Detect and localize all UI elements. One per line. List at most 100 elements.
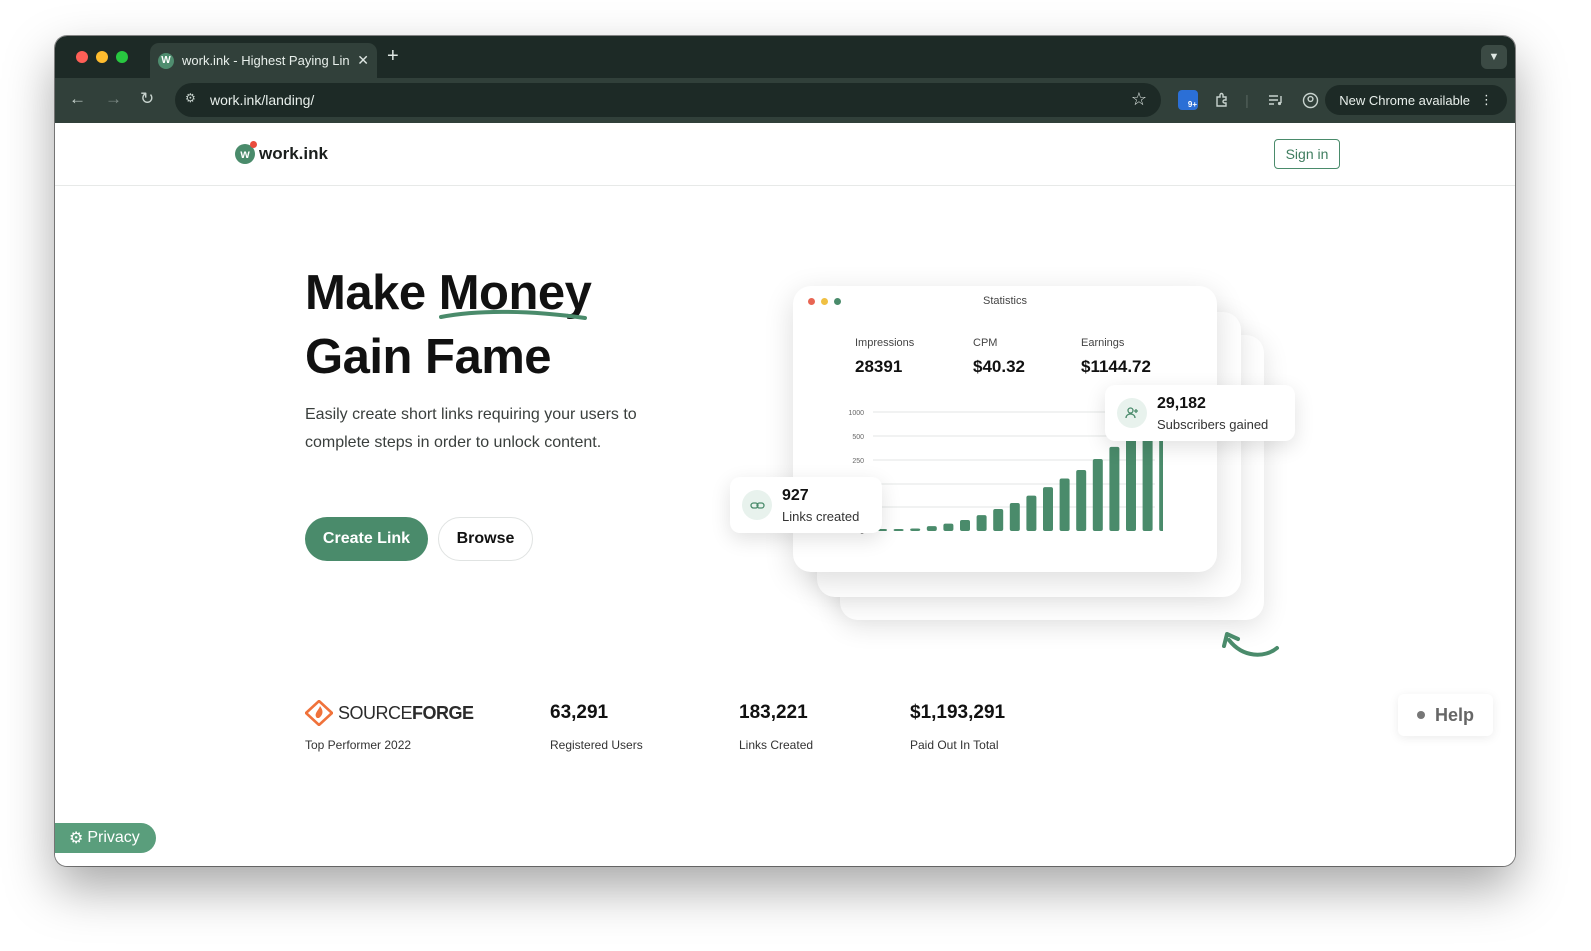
- logo-dot: [250, 141, 257, 148]
- chart-bar: [960, 520, 970, 531]
- tab-strip: W work.ink - Highest Paying Link Locker …: [55, 36, 1515, 78]
- stat-paid-out: $1,193,291 Paid Out In Total: [910, 702, 1005, 752]
- chart-bar: [1026, 495, 1037, 531]
- reading-list-icon[interactable]: [1265, 90, 1285, 110]
- logo-text: work.ink: [259, 144, 328, 163]
- toolbar-divider: |: [1245, 92, 1249, 108]
- stat-value: 183,221: [739, 702, 808, 723]
- subscribers-gained-card: 29,182 Subscribers gained: [1105, 385, 1295, 441]
- sourceforge-caption: Top Performer 2022: [305, 738, 412, 752]
- sign-in-button[interactable]: Sign in: [1274, 139, 1340, 169]
- create-link-button[interactable]: Create Link: [305, 517, 428, 561]
- metric-label: Impressions: [855, 337, 915, 349]
- stat-registered-users: 63,291 Registered Users: [550, 702, 643, 752]
- metric-label: CPM: [973, 337, 998, 349]
- profile-icon[interactable]: [1300, 90, 1320, 110]
- site-header: w work.ink Sign in: [55, 123, 1515, 186]
- back-arrow-icon[interactable]: ←: [69, 89, 86, 109]
- gear-icon: ⚙: [69, 830, 84, 847]
- chart-bar: [893, 529, 904, 531]
- page-content: w work.ink Sign in Make Money Gain Fame …: [55, 123, 1515, 866]
- maximize-window-button[interactable]: [116, 51, 128, 63]
- chart-y-tick-label: 500: [852, 434, 864, 441]
- curved-arrow-icon: [1222, 632, 1279, 657]
- tab-search-chevron-icon[interactable]: ▼: [1481, 45, 1507, 69]
- chart-y-tick-label: 250: [852, 458, 864, 465]
- privacy-label: Privacy: [87, 829, 140, 846]
- chart-bar: [1009, 502, 1020, 531]
- privacy-button[interactable]: ⚙ Privacy: [55, 823, 156, 853]
- chart-bar: [1109, 446, 1120, 531]
- site-logo[interactable]: w work.ink: [235, 141, 328, 164]
- metric-cpm: CPM $40.32: [973, 337, 1025, 377]
- hero-headline: Make Money Gain Fame: [305, 261, 592, 389]
- chart-bar: [910, 528, 921, 531]
- reload-icon[interactable]: ↻: [140, 89, 154, 109]
- sourceforge-logo: SOURCEFORGE: [305, 700, 474, 726]
- url-text[interactable]: work.ink/landing/: [210, 92, 314, 108]
- metric-earnings: Earnings $1144.72: [1081, 337, 1151, 377]
- chart-bar: [926, 526, 937, 531]
- headline-make: Make: [305, 266, 426, 320]
- logo-mark-letter: w: [240, 147, 250, 161]
- help-dot-icon: [1416, 711, 1425, 719]
- address-bar[interactable]: ⚙ work.ink/landing/ ☆: [175, 83, 1161, 117]
- links-value: 927: [782, 486, 809, 504]
- forward-arrow-icon[interactable]: →: [105, 89, 122, 109]
- site-info-icon[interactable]: ⚙: [185, 91, 203, 109]
- browser-toolbar: ← → ↻ ⚙ work.ink/landing/ ☆ 9+ | New Chr…: [55, 78, 1515, 123]
- metric-value: 28391: [855, 357, 903, 376]
- stat-label: Links Created: [739, 738, 814, 752]
- sf-wordmark-forge: FORGE: [412, 702, 474, 723]
- metric-impressions: Impressions 28391: [855, 337, 914, 377]
- subscribers-label: Subscribers gained: [1157, 416, 1269, 432]
- browser-tab[interactable]: W work.ink - Highest Paying Link Locker …: [150, 43, 377, 78]
- headline-line-1: Make Money: [305, 261, 592, 325]
- chart-bar: [943, 523, 954, 531]
- help-label: Help: [1434, 704, 1474, 725]
- chart-bar: [1126, 434, 1136, 531]
- tab-title: work.ink - Highest Paying Link Locker: [182, 53, 350, 68]
- metric-label: Earnings: [1081, 337, 1125, 349]
- chart-bar: [1043, 487, 1053, 531]
- user-plus-icon: [1117, 398, 1147, 428]
- logo-mark-icon: w: [235, 141, 257, 164]
- stat-label: Paid Out In Total: [910, 738, 999, 752]
- sourceforge-wordmark: SOURCEFORGE: [338, 703, 474, 724]
- minimize-window-button[interactable]: [96, 51, 108, 63]
- favicon-icon: W: [158, 52, 174, 69]
- chrome-update-button[interactable]: New Chrome available ⋮: [1325, 85, 1507, 115]
- bookmark-star-icon[interactable]: ☆: [1131, 89, 1147, 110]
- new-tab-button[interactable]: +: [387, 45, 399, 68]
- chart-bar: [1076, 470, 1087, 531]
- links-label: Links created: [782, 508, 860, 524]
- chart-bar: [976, 515, 987, 531]
- help-button[interactable]: Help: [1398, 694, 1493, 736]
- chart-bar: [993, 509, 1004, 531]
- kebab-menu-icon[interactable]: ⋮: [1480, 92, 1493, 108]
- metric-value: $40.32: [973, 357, 1025, 376]
- close-tab-icon[interactable]: ✕: [357, 52, 369, 69]
- stat-value: 63,291: [550, 702, 609, 723]
- close-window-button[interactable]: [76, 51, 88, 63]
- headline-line-2: Gain Fame: [305, 330, 552, 384]
- card-title: Statistics: [982, 295, 1027, 307]
- sourceforge-diamond-icon: [305, 700, 333, 726]
- headline-money: Money: [438, 266, 592, 320]
- extension-badge-icon[interactable]: 9+: [1178, 90, 1198, 110]
- stat-value: $1,193,291: [910, 702, 1006, 723]
- links-created-card: 927 Links created: [730, 477, 882, 533]
- underline-squiggle: [438, 309, 587, 320]
- subscribers-value: 29,182: [1157, 394, 1206, 412]
- metric-value: $1144.72: [1081, 357, 1151, 376]
- link-icon: [742, 490, 772, 520]
- chart-y-tick-label: 1000: [848, 410, 864, 417]
- hero-subtext: Easily create short links requiring your…: [305, 406, 637, 451]
- chrome-update-label: New Chrome available: [1339, 92, 1470, 108]
- chart-bar: [1092, 459, 1103, 531]
- sf-wordmark-source: SOURCE: [338, 702, 413, 723]
- chart-bar: [1059, 478, 1070, 531]
- browser-window: W work.ink - Highest Paying Link Locker …: [55, 36, 1515, 866]
- extensions-puzzle-icon[interactable]: [1212, 90, 1232, 110]
- browse-button[interactable]: Browse: [438, 517, 533, 561]
